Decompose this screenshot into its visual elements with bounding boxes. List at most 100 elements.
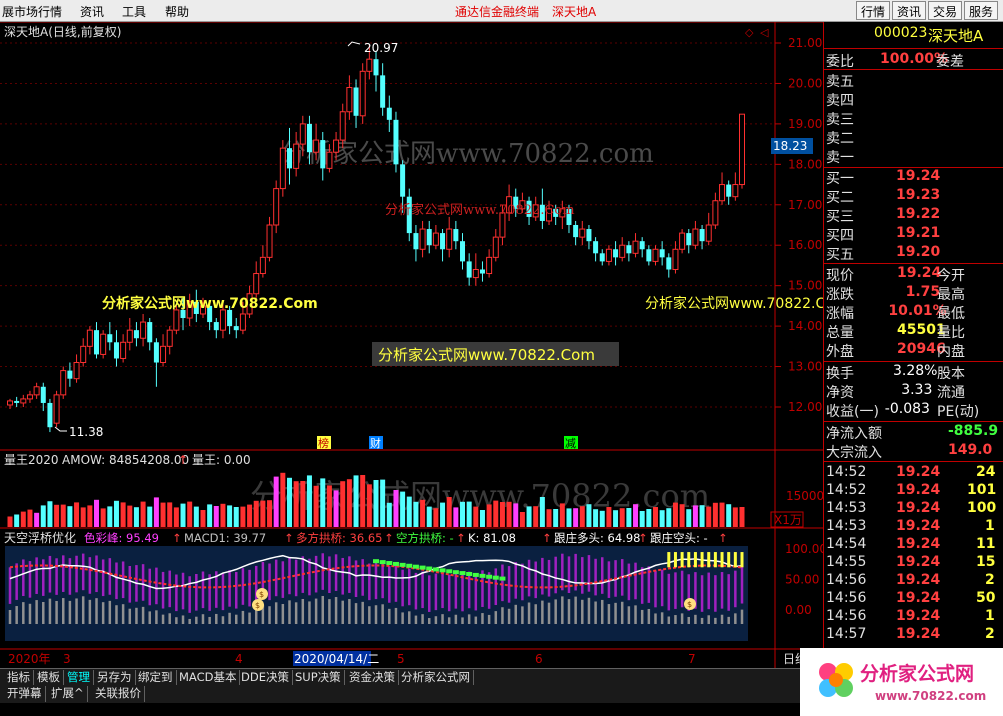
tick-price: 19.24 [896, 554, 941, 570]
volume-bar [599, 510, 605, 527]
volume-bar [559, 503, 565, 527]
volume-bar [7, 516, 13, 527]
candle-body [333, 139, 340, 153]
trade-button[interactable]: 交易 [928, 1, 963, 20]
diamond-icon[interactable]: ◇ [745, 26, 754, 39]
tab-item[interactable]: 绑定到 [135, 670, 177, 686]
tick-time: 14:54 [826, 536, 867, 552]
tab-item[interactable]: MACD基本 [176, 670, 241, 686]
tab-item[interactable]: 另存为 [94, 670, 136, 686]
quote-row: 14:56 19.24 2 [824, 572, 1003, 590]
volume-bar [107, 506, 113, 527]
svg-text:$: $ [687, 600, 692, 609]
quote-row: 买五 19.20 [824, 244, 1003, 263]
logo-text: 分析家公式网 [860, 662, 974, 685]
volume-bar [692, 505, 698, 527]
candle-body [586, 229, 592, 242]
tab-item[interactable]: 模板 [34, 670, 64, 686]
menu-news[interactable]: 资讯 [80, 3, 104, 20]
stat-label: 换手 [826, 366, 854, 382]
candle-body [94, 330, 100, 355]
volume-bar [426, 506, 432, 527]
volume-bar [360, 475, 366, 527]
candle-body [705, 224, 712, 242]
menu-market[interactable]: 展市场行情 [2, 3, 62, 20]
tab-item[interactable]: 资金决策 [346, 670, 399, 686]
logo-url: www.70822.com [875, 689, 986, 703]
chevron-left-icon[interactable]: ◁ [760, 26, 769, 39]
tick-volume: 100 [967, 500, 997, 516]
candle-body [666, 257, 672, 270]
service-button[interactable]: 服务 [964, 1, 999, 20]
quote-row: 卖一 [824, 147, 1003, 166]
candle-body [719, 184, 726, 202]
candle-body [306, 123, 312, 153]
tab-item-extra[interactable]: 关联报价 [92, 686, 145, 702]
app-title: 通达信金融终端 [455, 5, 540, 19]
indicator-value: 跟庄空头: - [650, 531, 708, 545]
quote-button[interactable]: 行情 [856, 1, 891, 20]
candle-body [386, 107, 392, 120]
buy-label: 买三 [826, 209, 854, 225]
quote-row: 14:53 19.24 100 [824, 500, 1003, 518]
tab-item-extra[interactable]: 扩展^ [48, 686, 88, 702]
volume-bar [147, 506, 153, 527]
candle-body [20, 398, 27, 404]
quote-row: 14:52 19.24 24 [824, 464, 1003, 482]
tick-time: 14:56 [826, 572, 867, 588]
tab-item[interactable]: SUP决策 [292, 670, 345, 686]
tick-price: 19.24 [896, 626, 941, 642]
candle-body [739, 113, 745, 186]
indicator-title: 天空浮桥优化 [4, 531, 76, 545]
high-mark-arrow [347, 41, 361, 47]
indicator-tick: 100.00 [785, 542, 823, 556]
date-label: 5 [397, 652, 405, 666]
quote-row: 买二 19.23 [824, 187, 1003, 206]
tab-item[interactable]: 分析家公式网 [398, 670, 474, 686]
candle-body [472, 268, 479, 279]
indicator-tick: 0.00 [785, 603, 812, 617]
news-button[interactable]: 资讯 [892, 1, 927, 20]
candle-body [579, 228, 586, 238]
volume-bar [306, 475, 312, 527]
volume-bar [153, 497, 159, 527]
stat-label-2: 最高 [937, 287, 965, 303]
tick-price: 19.24 [896, 590, 941, 606]
candle-body [466, 261, 472, 278]
stat-label: 总量 [826, 325, 854, 341]
volume-bar [380, 479, 386, 527]
kline-chart[interactable]: 分析家公式网www.70822.com 分析家公式网www.70822.com … [0, 22, 823, 668]
menu-tools[interactable]: 工具 [122, 3, 146, 20]
tick-volume: 101 [967, 482, 997, 498]
quote-row: 14:52 19.24 101 [824, 482, 1003, 500]
quote-row: 买四 19.21 [824, 225, 1003, 244]
tick-volume: 1 [985, 608, 995, 624]
volume-bar [486, 504, 492, 527]
quote-row: 买三 19.22 [824, 206, 1003, 225]
volume-bar [566, 508, 572, 527]
volume-bar [646, 509, 652, 527]
up-arrow-icon: ↑ [718, 531, 728, 545]
candle-body [393, 119, 399, 165]
candle-body [286, 148, 292, 169]
tick-time: 14:52 [826, 482, 867, 498]
volume-bar [180, 503, 186, 527]
flow-value: 149.0 [948, 442, 993, 458]
tab-item-extra[interactable]: 开弹幕 [4, 686, 46, 702]
tab-item[interactable]: 指标 [4, 670, 34, 686]
tab-item[interactable]: DDE决策 [238, 670, 293, 686]
candle-body [492, 236, 499, 258]
volume-bar [386, 502, 392, 527]
event-marker-cai-label: 财 [370, 436, 381, 450]
candle-body [299, 123, 306, 145]
tab-bar-extra: 开弹幕 扩展^ 关联报价 [0, 685, 823, 703]
watermark-volume: 分析家公式网www.70822.com [250, 477, 710, 515]
candle-body [726, 184, 732, 197]
tab-item[interactable]: 管理 [64, 670, 94, 686]
tick-time: 14:55 [826, 554, 867, 570]
volume-title: 量王2020 [4, 453, 59, 467]
buy-label: 买二 [826, 190, 854, 206]
volume-bar [260, 500, 266, 527]
menu-help[interactable]: 帮助 [165, 3, 189, 20]
volume-bar [712, 502, 718, 527]
